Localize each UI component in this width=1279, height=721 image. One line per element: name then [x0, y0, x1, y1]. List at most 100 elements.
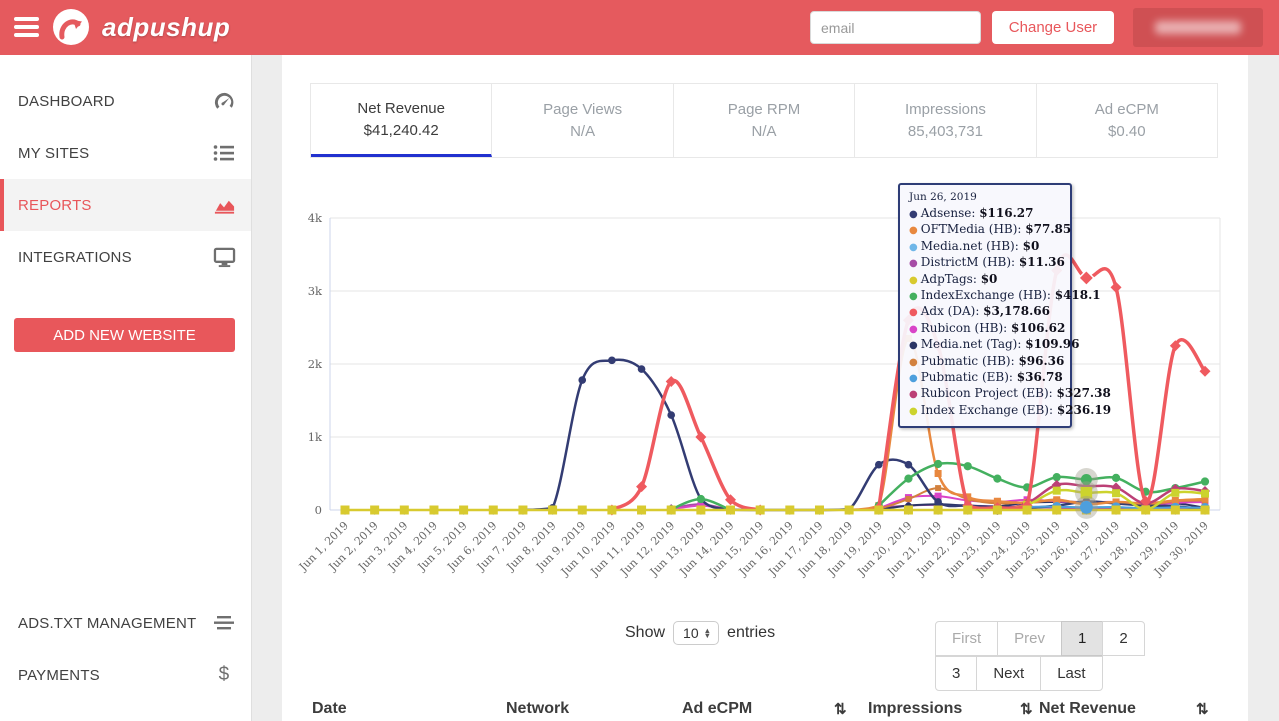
show-entries-control: Show 10 entries	[625, 621, 775, 645]
sort-icon[interactable]	[834, 700, 847, 718]
sidebar-nav: DASHBOARD MY SITES REPORTS INTEGRATIONS	[0, 55, 251, 283]
column-header-net-revenue[interactable]: Net Revenue	[1039, 700, 1136, 718]
monitor-icon	[212, 245, 236, 269]
tooltip-row-rubicon-project-eb: ●Rubicon Project (EB): $327.38	[909, 386, 1061, 402]
svg-text:3k: 3k	[308, 284, 323, 298]
svg-text:2k: 2k	[308, 357, 323, 371]
select-arrows-icon	[704, 628, 711, 638]
tooltip-row-pubmatic-eb: ●Pubmatic (EB): $36.78	[909, 370, 1061, 386]
svg-text:Jun 25, 2019: Jun 25, 2019	[1003, 519, 1063, 579]
sidebar-item-label: ADS.TXT MANAGEMENT	[18, 615, 196, 632]
sidebar-item-my-sites[interactable]: MY SITES	[0, 127, 251, 179]
svg-text:Jun 8, 2019: Jun 8, 2019	[504, 519, 559, 574]
svg-text:Jun 21, 2019: Jun 21, 2019	[884, 519, 944, 579]
stat-tab-ad-ecpm[interactable]: Ad eCPM $0.40	[1037, 84, 1217, 157]
svg-text:Jun 29, 2019: Jun 29, 2019	[1121, 519, 1181, 579]
page-button-1[interactable]: 1	[1061, 621, 1103, 656]
svg-text:Jun 27, 2019: Jun 27, 2019	[1062, 519, 1122, 579]
svg-text:Jun 28, 2019: Jun 28, 2019	[1092, 519, 1152, 579]
svg-text:Jun 1, 2019: Jun 1, 2019	[296, 519, 351, 574]
series-bullet-icon: ●	[909, 389, 918, 400]
stat-label: Page Views	[543, 101, 622, 118]
column-header-ad-ecpm[interactable]: Ad eCPM	[682, 700, 752, 718]
svg-text:Jun 26, 2019: Jun 26, 2019	[1032, 519, 1092, 579]
svg-text:Jun 22, 2019: Jun 22, 2019	[914, 519, 974, 579]
lines-icon	[212, 611, 236, 635]
svg-text:Jun 16, 2019: Jun 16, 2019	[736, 519, 796, 579]
svg-text:Jun 24, 2019: Jun 24, 2019	[973, 519, 1033, 579]
page-button-3[interactable]: 3	[935, 656, 977, 691]
series-bullet-icon: ●	[909, 357, 918, 368]
page-button-next[interactable]: Next	[976, 656, 1041, 691]
entries-select-value: 10	[683, 625, 699, 641]
tooltip-row-media-net-hb: ●Media.net (HB): $0	[909, 239, 1061, 255]
stat-tab-page-views[interactable]: Page ViewsN/A	[492, 84, 673, 157]
svg-text:Jun 30, 2019: Jun 30, 2019	[1151, 519, 1211, 579]
svg-text:Jun 11, 2019: Jun 11, 2019	[588, 519, 648, 579]
sidebar-item-dashboard[interactable]: DASHBOARD	[0, 75, 251, 127]
entries-select[interactable]: 10	[673, 621, 719, 645]
stat-label: Net Revenue	[357, 100, 445, 117]
stat-value: N/A	[752, 123, 777, 140]
sidebar-item-label: MY SITES	[18, 145, 89, 162]
svg-text:1k: 1k	[308, 430, 323, 444]
svg-text:Jun 17, 2019: Jun 17, 2019	[765, 519, 825, 579]
tooltip-row-pubmatic-hb: ●Pubmatic (HB): $96.36	[909, 354, 1061, 370]
sidebar-item-label: DASHBOARD	[18, 93, 115, 110]
page-button-prev[interactable]: Prev	[997, 621, 1062, 656]
svg-text:Jun 20, 2019: Jun 20, 2019	[854, 519, 914, 579]
list-icon	[212, 141, 236, 165]
stat-tab-net-revenue[interactable]: Net Revenue$41,240.42	[311, 84, 492, 157]
sort-icon[interactable]	[1196, 700, 1209, 718]
svg-text:0: 0	[315, 503, 322, 517]
sidebar-item-label: INTEGRATIONS	[18, 249, 132, 266]
column-header-impressions[interactable]: Impressions	[868, 700, 962, 718]
page-button-last[interactable]: Last	[1040, 656, 1102, 691]
sidebar-item-integrations[interactable]: INTEGRATIONS	[0, 231, 251, 283]
sidebar-item-ads-txt-management[interactable]: ADS.TXT MANAGEMENT	[0, 597, 251, 649]
series-bullet-icon: ●	[909, 209, 918, 220]
svg-text:Jun 12, 2019: Jun 12, 2019	[617, 519, 677, 579]
gauge-icon	[212, 89, 236, 113]
tooltip-row-media-net-tag: ●Media.net (Tag): $109.96	[909, 337, 1061, 353]
add-new-website-button[interactable]: ADD NEW WEBSITE	[14, 318, 235, 352]
svg-text:4k: 4k	[308, 211, 323, 225]
tooltip-row-indexexchange-hb: ●IndexExchange (HB): $418.1	[909, 288, 1061, 304]
tooltip-row-adptags: ●AdpTags: $0	[909, 272, 1061, 288]
svg-text:Jun 3, 2019: Jun 3, 2019	[355, 519, 410, 574]
stat-value: 85,403,731	[908, 123, 983, 140]
series-bullet-icon: ●	[909, 258, 918, 269]
stats-tabs: Net Revenue$41,240.42Page ViewsN/APage R…	[310, 83, 1218, 158]
change-user-button[interactable]: Change User	[992, 11, 1114, 44]
column-header-date: Date	[312, 700, 347, 718]
tooltip-row-oftmedia-hb: ●OFTMedia (HB): $77.85	[909, 222, 1061, 238]
series-bullet-icon: ●	[909, 324, 918, 335]
menu-icon[interactable]	[14, 17, 39, 37]
pagination: FirstPrev12 3NextLast	[935, 621, 1175, 691]
adpushup-logo-icon	[52, 8, 90, 46]
svg-text:Jun 5, 2019: Jun 5, 2019	[415, 519, 470, 574]
stat-value: $0.40	[1108, 123, 1146, 140]
tooltip-row-index-exchange-eb: ●Index Exchange (EB): $236.19	[909, 403, 1061, 419]
series-bullet-icon: ●	[909, 225, 918, 236]
stat-tab-page-rpm[interactable]: Page RPMN/A	[674, 84, 855, 157]
brand-title: adpushup	[102, 12, 230, 43]
stat-label: Ad eCPM	[1095, 101, 1159, 118]
email-input[interactable]	[810, 11, 981, 44]
page-button-first[interactable]: First	[935, 621, 998, 656]
series-bullet-icon: ●	[909, 340, 918, 351]
sort-icon[interactable]	[1020, 700, 1033, 718]
svg-text:Jun 23, 2019: Jun 23, 2019	[943, 519, 1003, 579]
svg-text:Jun 15, 2019: Jun 15, 2019	[706, 519, 766, 579]
sidebar-item-payments[interactable]: PAYMENTS$	[0, 649, 251, 701]
entries-label: entries	[727, 624, 775, 642]
app-header: adpushup Change User	[0, 0, 1279, 55]
tooltip-row-districtm-hb: ●DistrictM (HB): $11.36	[909, 255, 1061, 271]
page-button-2[interactable]: 2	[1102, 621, 1144, 656]
dollar-icon: $	[212, 663, 236, 687]
stat-tab-impressions[interactable]: Impressions85,403,731	[855, 84, 1036, 157]
sidebar-item-reports[interactable]: REPORTS	[0, 179, 251, 231]
series-bullet-icon: ●	[909, 307, 918, 318]
svg-text:Jun 18, 2019: Jun 18, 2019	[795, 519, 855, 579]
user-menu-button[interactable]	[1133, 8, 1263, 47]
